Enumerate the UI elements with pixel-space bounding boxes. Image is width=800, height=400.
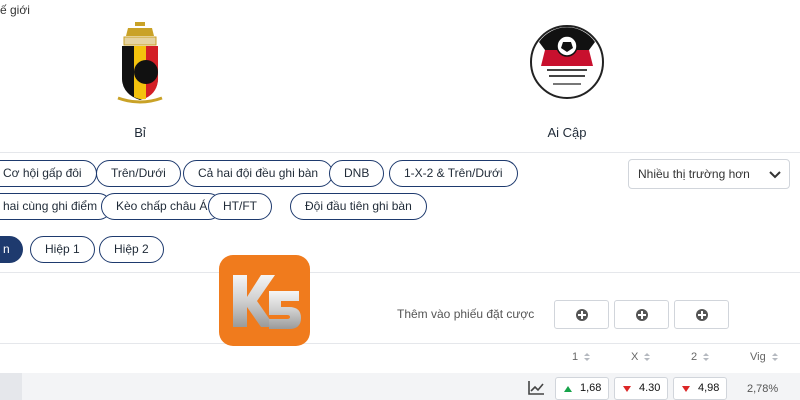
tab-full-time[interactable]: n [0,236,23,263]
trend-down-icon [623,386,631,392]
odds-value: 4.30 [639,382,661,394]
trend-down-icon [682,386,690,392]
chip-both-score-halves[interactable]: hai cùng ghi điểm [0,193,113,220]
match-page: ế giới Bỉ Ai Cập Cơ hội gấp đôi Trên/Dướ… [0,0,800,400]
odds-draw-cell[interactable]: 4.30 [614,377,668,400]
home-team[interactable]: Bỉ [60,20,220,140]
chip-dnb[interactable]: DNB [329,160,385,187]
sort-icon [584,352,591,362]
k5-logo-mark: K5 [233,275,301,329]
chip-asian-handicap[interactable]: Kèo chấp châu Á [101,193,223,220]
tab-first-half[interactable]: Hiệp 1 [30,236,95,263]
more-markets-select[interactable]: Nhiều thị trường hơn [628,159,790,189]
plus-circle-icon [696,309,708,321]
plus-circle-icon [636,309,648,321]
chip-both-teams-score[interactable]: Cả hai đội đều ghi bàn [183,160,334,187]
away-team[interactable]: Ai Cập [487,20,647,140]
divider [0,272,800,273]
match-header: ế giới Bỉ Ai Cập [0,0,800,152]
column-header-label: 1 [572,351,579,363]
column-header-label: 2 [691,351,698,363]
breadcrumb[interactable]: ế giới [0,3,30,17]
chip-ht-ft[interactable]: HT/FT [208,193,272,220]
more-markets-label: Nhiều thị trường hơn [638,167,750,181]
add-draw-to-betslip-button[interactable] [614,300,669,329]
egypt-crest-icon [530,25,604,99]
divider [0,343,800,344]
chevron-down-icon [769,171,781,179]
chip-double-chance[interactable]: Cơ hội gấp đôi [0,160,97,187]
chip-first-team-score[interactable]: Đội đầu tiên ghi bàn [290,193,427,220]
vig-value: 2,78% [747,383,779,395]
column-header-home[interactable]: 1 [572,351,591,363]
sort-icon [644,352,651,362]
sort-icon [771,352,778,362]
add-away-to-betslip-button[interactable] [674,300,729,329]
betslip-label: Thêm vào phiếu đặt cược [397,307,535,321]
odds-chart-icon[interactable] [525,378,547,398]
odds-home-cell[interactable]: 1,68 [555,377,609,400]
away-team-name: Ai Cập [547,125,587,140]
column-header-label: Vig [750,351,766,363]
sort-icon [703,352,710,362]
column-header-draw[interactable]: X [631,351,651,363]
column-header-vig[interactable]: Vig [750,351,778,363]
odds-value: 1,68 [580,382,602,394]
column-header-label: X [631,351,639,363]
tab-second-half[interactable]: Hiệp 2 [99,236,164,263]
chip-over-under[interactable]: Trên/Dưới [96,160,181,187]
chip-1x2-over-under[interactable]: 1-X-2 & Trên/Dưới [389,160,518,187]
add-home-to-betslip-button[interactable] [554,300,609,329]
k5-logo: K5 [219,255,310,346]
trend-up-icon [564,386,572,392]
plus-circle-icon [576,309,588,321]
odds-value: 4,98 [698,382,720,394]
column-header-away[interactable]: 2 [691,351,710,363]
belgium-crest-icon [117,22,163,104]
row-bookmaker-cell [0,373,22,400]
divider [0,152,800,153]
home-team-name: Bỉ [134,125,146,140]
odds-away-cell[interactable]: 4,98 [673,377,727,400]
